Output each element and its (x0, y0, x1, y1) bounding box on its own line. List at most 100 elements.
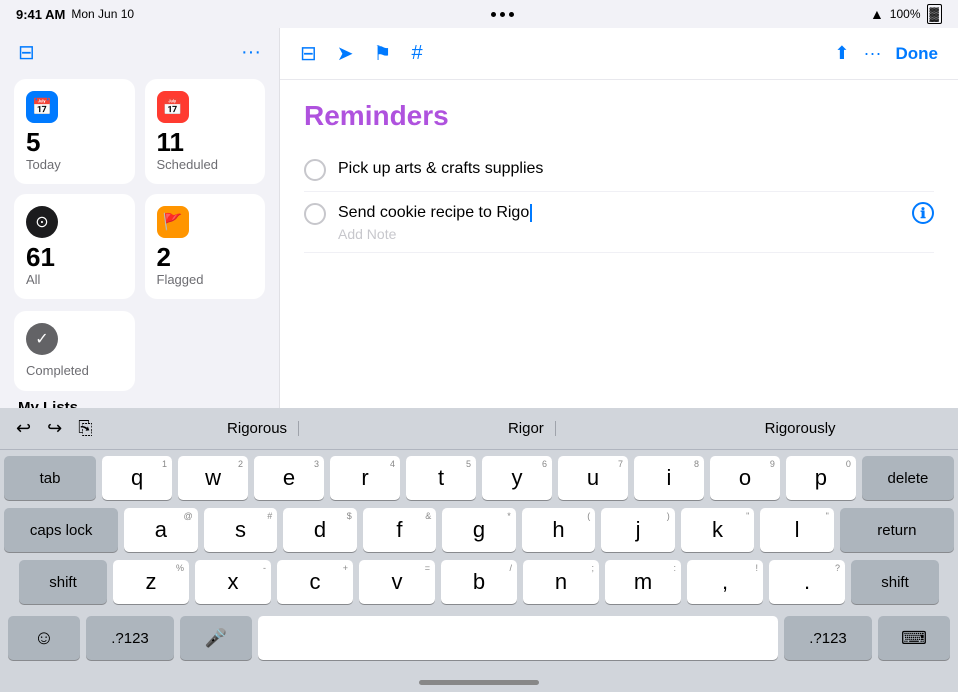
key-c[interactable]: +c (277, 560, 353, 604)
key-m[interactable]: :m (605, 560, 681, 604)
key-d[interactable]: $d (283, 508, 357, 552)
key-tab[interactable]: tab (4, 456, 96, 500)
flag-icon[interactable]: ⚑ (374, 41, 392, 66)
location-icon[interactable]: ➤ (337, 41, 354, 66)
smart-lists-grid: 📅 5 Today 📅 11 Scheduled ⊙ (14, 79, 265, 299)
reminder-text-1: Pick up arts & crafts supplies (338, 158, 934, 180)
key-numbers-right[interactable]: .?123 (784, 616, 872, 660)
smart-list-completed[interactable]: ✓ Completed (14, 311, 135, 391)
sidebar-header: ⊟ ··· (14, 40, 265, 65)
smart-list-flagged[interactable]: 🚩 2 Flagged (145, 194, 266, 299)
key-l[interactable]: "l (760, 508, 834, 552)
home-indicator (0, 672, 958, 692)
key-row-3: shift %z -x +c =v /b ;n :m !, ?. shift (4, 560, 954, 604)
key-b[interactable]: /b (441, 560, 517, 604)
smart-list-scheduled[interactable]: 📅 11 Scheduled (145, 79, 266, 184)
scheduled-count: 11 (157, 129, 254, 155)
done-button[interactable]: Done (896, 44, 939, 64)
key-t[interactable]: 5t (406, 456, 476, 500)
sidebar-more-icon[interactable]: ··· (241, 41, 261, 64)
key-z[interactable]: %z (113, 560, 189, 604)
flagged-label: Flagged (157, 272, 254, 287)
reminder-checkbox-1[interactable] (304, 159, 326, 181)
dot2 (500, 12, 505, 17)
key-space[interactable] (258, 616, 778, 660)
key-v[interactable]: =v (359, 560, 435, 604)
key-r[interactable]: 4r (330, 456, 400, 500)
camera-icon[interactable]: ⊟ (300, 41, 317, 66)
reminder-item-1: Pick up arts & crafts supplies (304, 148, 934, 192)
key-a[interactable]: @a (124, 508, 198, 552)
more-icon[interactable]: ··· (864, 43, 882, 64)
today-icon: 📅 (26, 91, 58, 123)
key-numbers-left[interactable]: .?123 (86, 616, 174, 660)
key-row-2: caps lock @a #s $d &f *g (h )j "k "l ret… (4, 508, 954, 552)
suggestion-2[interactable]: Rigor (496, 416, 556, 441)
share-icon[interactable]: ⬆ (834, 43, 849, 64)
content-area: ⊟ ··· 📅 5 Today 📅 11 S (0, 28, 958, 408)
key-k[interactable]: "k (681, 508, 755, 552)
main-content: Reminders Pick up arts & crafts supplies… (280, 80, 958, 408)
key-return[interactable]: return (840, 508, 954, 552)
reminder-text-2: Send cookie recipe to Rigo (338, 202, 904, 224)
sidebar: ⊟ ··· 📅 5 Today 📅 11 S (0, 28, 280, 408)
key-y[interactable]: 6y (482, 456, 552, 500)
home-bar (419, 680, 539, 685)
wifi-icon: ▲ (870, 6, 884, 22)
scheduled-icon: 📅 (157, 91, 189, 123)
key-w[interactable]: 2w (178, 456, 248, 500)
key-i[interactable]: 8i (634, 456, 704, 500)
key-comma[interactable]: !, (687, 560, 763, 604)
predictive-bar: ↩ ↪ ⎘ Rigorous Rigor Rigorously (0, 408, 958, 450)
key-g[interactable]: *g (442, 508, 516, 552)
flagged-icon: 🚩 (157, 206, 189, 238)
reminder-item-2: Send cookie recipe to Rigo Add Note ℹ (304, 192, 934, 253)
key-shift-right[interactable]: shift (851, 560, 939, 604)
key-mic[interactable]: 🎤 (180, 616, 252, 660)
reminder-text-block-2[interactable]: Send cookie recipe to Rigo Add Note (338, 202, 904, 242)
key-u[interactable]: 7u (558, 456, 628, 500)
list-title: Reminders (304, 100, 934, 132)
flagged-count: 2 (157, 244, 254, 270)
key-emoji[interactable]: ☺ (8, 616, 80, 660)
key-j[interactable]: )j (601, 508, 675, 552)
key-o[interactable]: 9o (710, 456, 780, 500)
key-h[interactable]: (h (522, 508, 596, 552)
dot1 (491, 12, 496, 17)
scheduled-label: Scheduled (157, 157, 254, 172)
reminder-text-block-1: Pick up arts & crafts supplies (338, 158, 934, 180)
all-label: All (26, 272, 123, 287)
key-e[interactable]: 3e (254, 456, 324, 500)
smart-list-today[interactable]: 📅 5 Today (14, 79, 135, 184)
app-container: ⊟ ··· 📅 5 Today 📅 11 S (0, 28, 958, 692)
undo-redo-area: ↩ ↪ ⎘ (12, 414, 97, 443)
key-p[interactable]: 0p (786, 456, 856, 500)
info-button-2[interactable]: ℹ (912, 202, 934, 224)
key-q[interactable]: 1q (102, 456, 172, 500)
suggestion-3[interactable]: Rigorously (753, 416, 848, 441)
key-n[interactable]: ;n (523, 560, 599, 604)
undo-button[interactable]: ↩ (12, 414, 35, 443)
tag-icon[interactable]: # (411, 42, 422, 65)
key-x[interactable]: -x (195, 560, 271, 604)
reminder-checkbox-2[interactable] (304, 203, 326, 225)
key-shift-left[interactable]: shift (19, 560, 107, 604)
key-hide-keyboard[interactable]: ⌨ (878, 616, 950, 660)
all-icon: ⊙ (26, 206, 58, 238)
my-lists-header: My Lists (14, 391, 265, 408)
suggestion-1[interactable]: Rigorous (215, 416, 299, 441)
status-bar: 9:41 AM Mon Jun 10 ▲ 100% ▓ (0, 0, 958, 28)
paste-button[interactable]: ⎘ (74, 414, 96, 443)
sidebar-toggle-icon[interactable]: ⊟ (18, 40, 35, 65)
predictive-suggestions: Rigorous Rigor Rigorously (117, 416, 946, 441)
key-delete[interactable]: delete (862, 456, 954, 500)
keyboard-rows: tab 1q 2w 3e 4r 5t 6y 7u 8i 9o 0p delete… (0, 450, 958, 672)
add-note-text[interactable]: Add Note (338, 226, 904, 242)
key-period[interactable]: ?. (769, 560, 845, 604)
key-f[interactable]: &f (363, 508, 437, 552)
redo-button[interactable]: ↪ (43, 414, 66, 443)
key-capslock[interactable]: caps lock (4, 508, 118, 552)
key-s[interactable]: #s (204, 508, 278, 552)
smart-list-all[interactable]: ⊙ 61 All (14, 194, 135, 299)
main-toolbar: ⊟ ➤ ⚑ # ⬆ ··· Done (280, 28, 958, 80)
